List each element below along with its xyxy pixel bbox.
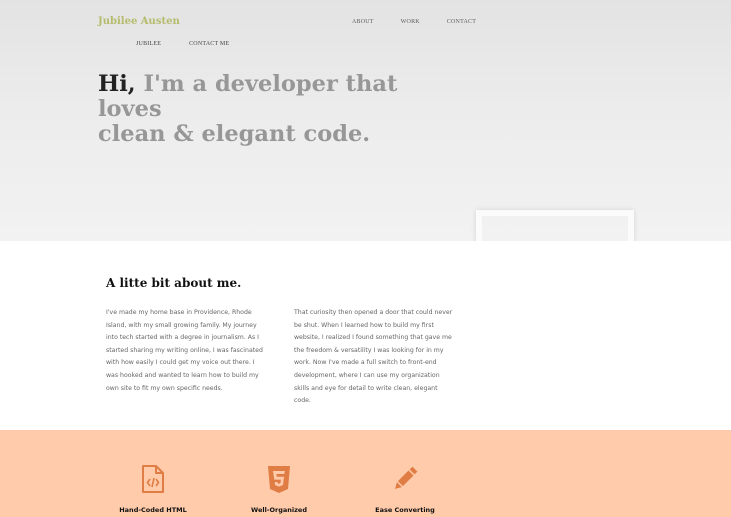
nav-work[interactable]: WORK	[401, 19, 420, 25]
css3-icon	[265, 464, 293, 494]
pencil-icon	[391, 464, 419, 494]
nav-contact[interactable]: CONTACT	[447, 19, 476, 25]
feature-well-organized: Well-Organized	[214, 464, 344, 514]
hero-headline: Hi, I'm a developer that loves clean & el…	[98, 72, 458, 147]
code-file-icon	[139, 464, 167, 494]
subnav-jubilee[interactable]: JUBILEE	[136, 41, 161, 47]
picture-frame-decoration	[476, 210, 634, 241]
top-nav: ABOUT WORK CONTACT	[352, 19, 503, 25]
hero-section: Jubilee Austen ABOUT WORK CONTACT JUBILE…	[0, 0, 731, 241]
features-section: Hand-Coded HTML Well-Organized Ease Conv…	[0, 430, 731, 517]
feature-label: Hand-Coded HTML	[119, 506, 187, 514]
about-paragraph-1: I've made my home base in Providence, Rh…	[106, 309, 263, 392]
feature-label: Well-Organized	[251, 506, 307, 514]
subnav-contact-me[interactable]: CONTACT ME	[189, 41, 229, 47]
about-section: A litte bit about me. I've made my home …	[0, 241, 731, 430]
sub-nav: JUBILEE CONTACT ME	[136, 41, 257, 47]
hero-greeting: Hi,	[98, 71, 136, 97]
feature-ease-converting: Ease Converting	[340, 464, 470, 514]
feature-hand-coded-html: Hand-Coded HTML	[88, 464, 218, 514]
feature-label: Ease Converting	[375, 506, 435, 514]
hero-line1: I'm a developer that loves	[98, 71, 398, 122]
nav-about[interactable]: ABOUT	[352, 19, 374, 25]
about-paragraph-2: That curiosity then opened a door that c…	[294, 309, 453, 405]
about-title: A litte bit about me.	[106, 276, 242, 290]
hero-line2: clean & elegant code.	[98, 121, 371, 147]
brand-logo[interactable]: Jubilee Austen	[98, 16, 180, 27]
